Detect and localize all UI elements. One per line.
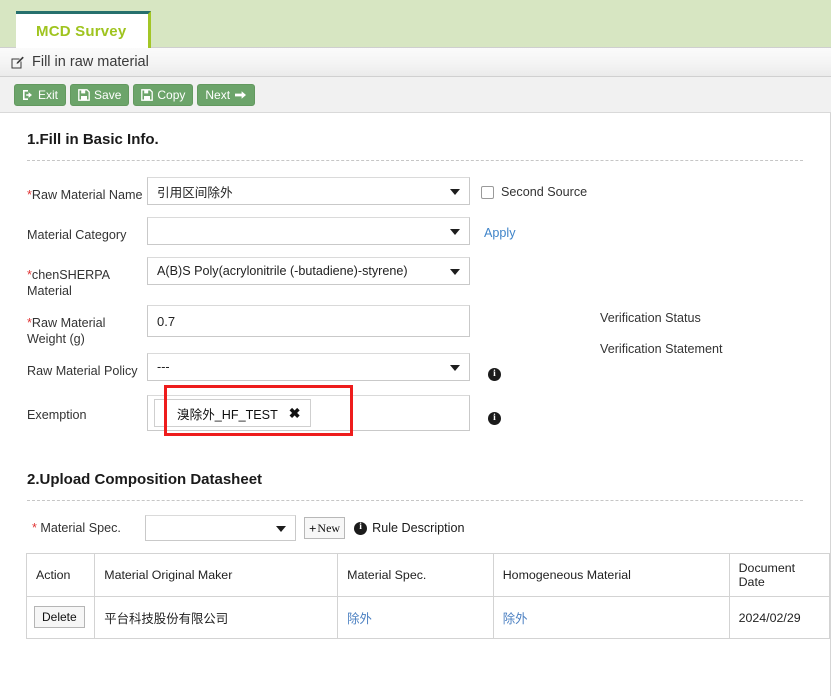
delete-button[interactable]: Delete: [34, 606, 85, 629]
next-button-label: Next: [205, 87, 231, 102]
content-panel: 1.Fill in Basic Info. *Raw Material Name…: [0, 113, 831, 696]
chevron-down-icon: [450, 269, 460, 275]
chevron-down-icon: [450, 229, 460, 235]
field-row-material-category: Material Category Apply: [27, 217, 830, 251]
basic-info-form: *Raw Material Name 引用区间除外 Second Source …: [0, 161, 830, 436]
label-chensherpa-material: *chenSHERPA Material: [27, 268, 110, 298]
control-raw-material-name: 引用区间除外: [147, 177, 470, 205]
section-2-heading: 2.Upload Composition Datasheet: [27, 471, 263, 488]
control-material-category: [147, 217, 470, 245]
page-title-bar: Fill in raw material: [0, 48, 831, 77]
page-title: Fill in raw material: [32, 54, 149, 70]
label-exemption: Exemption: [27, 408, 87, 422]
field-row-raw-material-policy: Raw Material Policy --- i: [27, 353, 830, 387]
composition-datasheet-table: Action Material Original Maker Material …: [25, 553, 830, 639]
verification-statement-label: Verification Statement: [600, 342, 723, 356]
chevron-down-icon: [450, 365, 460, 371]
second-source-checkbox[interactable]: [481, 186, 494, 199]
material-spec-row: * Material Spec. + New i Rule Descriptio…: [0, 501, 830, 541]
new-button-label: New: [317, 521, 341, 535]
raw-material-policy-select[interactable]: ---: [147, 353, 470, 381]
save-button-label: Save: [94, 87, 122, 102]
field-row-exemption: Exemption 溴除外_HF_TEST ✖ i: [27, 385, 830, 436]
section-1-heading: 1.Fill in Basic Info.: [27, 131, 159, 148]
control-raw-material-weight: 0.7: [147, 305, 470, 337]
edit-pencil-square-icon: [10, 55, 25, 70]
chensherpa-material-select[interactable]: A(B)S Poly(acrylonitrile (-butadiene)-st…: [147, 257, 470, 285]
action-toolbar: Exit Save Copy Next: [0, 77, 831, 113]
cell-action: Delete: [25, 596, 96, 639]
raw-material-name-select[interactable]: 引用区间除外: [147, 177, 470, 205]
chevron-down-icon: [276, 526, 286, 532]
control-raw-material-policy: --- i: [147, 353, 501, 382]
exemption-token-label: 溴除外_HF_TEST: [177, 407, 278, 422]
exit-button-label: Exit: [38, 87, 59, 102]
info-icon[interactable]: i: [488, 412, 501, 426]
arrow-right-icon: [234, 89, 247, 101]
plus-icon: +: [309, 520, 317, 536]
tab-mcd-survey[interactable]: MCD Survey: [16, 11, 152, 48]
apply-link[interactable]: Apply: [470, 217, 516, 240]
table-row: Delete 平台科技股份有限公司 除外 除外 2024/02/29: [25, 596, 830, 639]
label-material-spec: * Material Spec.: [32, 521, 121, 535]
info-icon[interactable]: i: [488, 368, 501, 382]
material-category-select[interactable]: [147, 217, 470, 245]
tab-strip: MCD Survey: [0, 0, 831, 48]
tab-label: MCD Survey: [36, 22, 127, 40]
required-asterisk: *: [32, 521, 37, 535]
raw-material-policy-value: ---: [157, 360, 170, 374]
homogeneous-material-link[interactable]: 除外: [503, 612, 528, 626]
field-row-chensherpa-material: *chenSHERPA Material A(B)S Poly(acryloni…: [27, 257, 830, 299]
cell-document-date: 2024/02/29: [728, 596, 830, 639]
remove-token-icon[interactable]: ✖: [289, 406, 301, 420]
exemption-token: 溴除外_HF_TEST ✖: [154, 399, 311, 427]
raw-material-policy-info-icon-slot: i: [488, 363, 501, 382]
rule-description-link[interactable]: i Rule Description: [354, 521, 465, 535]
column-header-document-date: Document Date: [728, 553, 830, 597]
cell-material-spec: 除外: [337, 596, 494, 639]
field-row-raw-material-name: *Raw Material Name 引用区间除外 Second Source: [27, 177, 830, 211]
table-header-row: Action Material Original Maker Material …: [25, 553, 830, 597]
exemption-multiselect[interactable]: 溴除外_HF_TEST ✖: [147, 395, 470, 431]
label-raw-material-name: *Raw Material Name: [27, 188, 143, 202]
raw-material-name-value: 引用区间除外: [157, 185, 233, 200]
label-raw-material-weight: *Raw Material Weight (g): [27, 316, 106, 346]
second-source-group: Second Source: [470, 177, 587, 199]
exit-button[interactable]: Exit: [14, 83, 67, 106]
save-button[interactable]: Save: [70, 83, 130, 106]
column-header-material-original-maker: Material Original Maker: [94, 553, 339, 597]
chensherpa-material-value: A(B)S Poly(acrylonitrile (-butadiene)-st…: [157, 264, 408, 278]
material-spec-link[interactable]: 除外: [347, 612, 372, 626]
raw-material-weight-input[interactable]: 0.7: [147, 305, 470, 337]
verification-status-label: Verification Status: [600, 311, 701, 325]
control-exemption: 溴除外_HF_TEST ✖ i: [147, 385, 501, 436]
second-source-label: Second Source: [501, 185, 588, 199]
label-material-category: Material Category: [27, 228, 127, 242]
sign-out-icon: [22, 89, 34, 101]
label-raw-material-policy: Raw Material Policy: [27, 364, 138, 378]
column-header-action: Action: [25, 553, 96, 597]
material-spec-select[interactable]: [145, 515, 296, 541]
floppy-disk-icon: [78, 88, 90, 101]
info-icon: i: [354, 521, 368, 535]
floppy-disk-copy-icon: [141, 88, 154, 101]
column-header-homogeneous-material: Homogeneous Material: [492, 553, 730, 597]
exemption-info-icon-slot: i: [488, 407, 501, 426]
copy-button-label: Copy: [157, 87, 186, 102]
raw-material-weight-value: 0.7: [157, 313, 176, 329]
cell-material-original-maker: 平台科技股份有限公司: [94, 596, 339, 639]
control-chensherpa-material: A(B)S Poly(acrylonitrile (-butadiene)-st…: [147, 257, 470, 285]
cell-homogeneous-material: 除外: [492, 596, 730, 639]
chevron-down-icon: [450, 189, 460, 195]
new-button[interactable]: + New: [304, 517, 346, 539]
copy-button[interactable]: Copy: [133, 83, 194, 106]
rule-description-label: Rule Description: [372, 521, 465, 535]
field-row-raw-material-weight: *Raw Material Weight (g) 0.7: [27, 305, 830, 347]
next-button[interactable]: Next: [197, 83, 256, 106]
column-header-material-spec: Material Spec.: [337, 553, 494, 597]
